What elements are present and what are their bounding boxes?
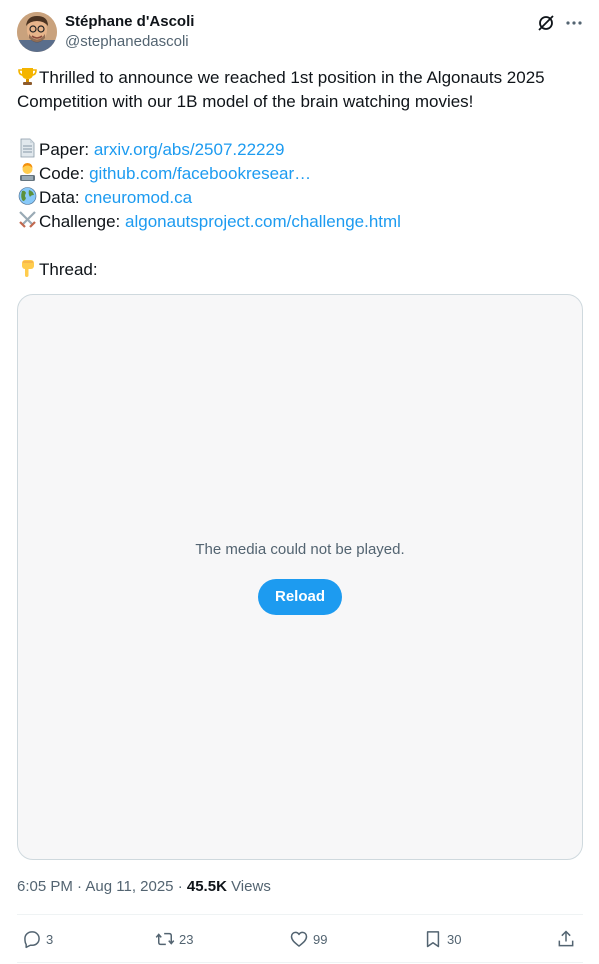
challenge-label: Challenge: — [39, 212, 126, 231]
heart-icon — [290, 931, 308, 947]
media-error-message: The media could not be played. — [195, 541, 405, 558]
share-button[interactable] — [556, 927, 576, 951]
reply-icon — [24, 931, 40, 949]
reload-button[interactable]: Reload — [258, 579, 342, 615]
pointing-down-emoji — [17, 258, 38, 278]
paper-line: Paper: arxiv.org/abs/2507.22229 — [17, 138, 587, 162]
grok-icon[interactable] — [536, 13, 556, 33]
tweet-time[interactable]: 6:05 PM — [17, 878, 73, 895]
data-line: Data: cneuromod.ca — [17, 186, 587, 210]
code-line: Code: github.com/facebookresear… — [17, 162, 587, 186]
divider-bottom — [17, 962, 583, 963]
author-avatar[interactable] — [17, 12, 57, 52]
views-label: Views — [231, 878, 271, 895]
challenge-link[interactable]: algonautsproject.com/challenge.html — [125, 212, 401, 231]
author-name[interactable]: Stéphane d'Ascoli — [65, 12, 194, 32]
thread-label: Thread: — [39, 260, 98, 279]
paper-link[interactable]: arxiv.org/abs/2507.22229 — [94, 140, 285, 159]
bookmark-button[interactable]: 30 — [423, 927, 461, 951]
bookmark-count: 30 — [447, 931, 462, 947]
author-handle[interactable]: @stephanedascoli — [65, 32, 189, 52]
more-icon[interactable] — [564, 13, 584, 33]
page-emoji — [17, 138, 38, 158]
reply-count: 3 — [46, 931, 54, 947]
tweet-line-2: Competition with our 1B model of the bra… — [17, 92, 474, 111]
thread-line: Thread: — [17, 258, 587, 282]
bookmark-icon — [426, 931, 440, 948]
like-button[interactable]: 99 — [289, 927, 327, 951]
trophy-emoji — [17, 66, 38, 86]
code-link[interactable]: github.com/facebookresear… — [89, 164, 311, 183]
technologist-emoji — [17, 162, 38, 182]
repost-count: 23 — [179, 931, 194, 947]
reply-button[interactable]: 3 — [22, 927, 53, 951]
tweet-line-1-text: Thrilled to announce we reached 1st posi… — [39, 68, 545, 87]
crossed-swords-emoji — [17, 210, 38, 230]
media-player[interactable]: The media could not be played. Reload — [17, 294, 583, 860]
data-link[interactable]: cneuromod.ca — [84, 188, 192, 207]
code-label: Code: — [39, 164, 90, 183]
challenge-line: Challenge: algonautsproject.com/challeng… — [17, 210, 587, 234]
views-count: 45.5K — [186, 878, 227, 895]
tweet-text: Thrilled to announce we reached 1st posi… — [17, 66, 587, 282]
tweet-meta: 6:05 PM · Aug 11, 2025 · 45.5K Views — [17, 878, 271, 895]
repost-icon — [155, 932, 175, 946]
paper-label: Paper: — [39, 140, 94, 159]
data-label: Data: — [39, 188, 85, 207]
repost-button[interactable]: 23 — [155, 927, 193, 951]
tweet-line-1: Thrilled to announce we reached 1st posi… — [17, 66, 587, 90]
divider-top — [17, 914, 583, 915]
like-count: 99 — [313, 931, 328, 947]
tweet-date[interactable]: Aug 11, 2025 — [85, 878, 173, 895]
globe-emoji — [17, 186, 38, 206]
share-icon — [558, 930, 574, 947]
